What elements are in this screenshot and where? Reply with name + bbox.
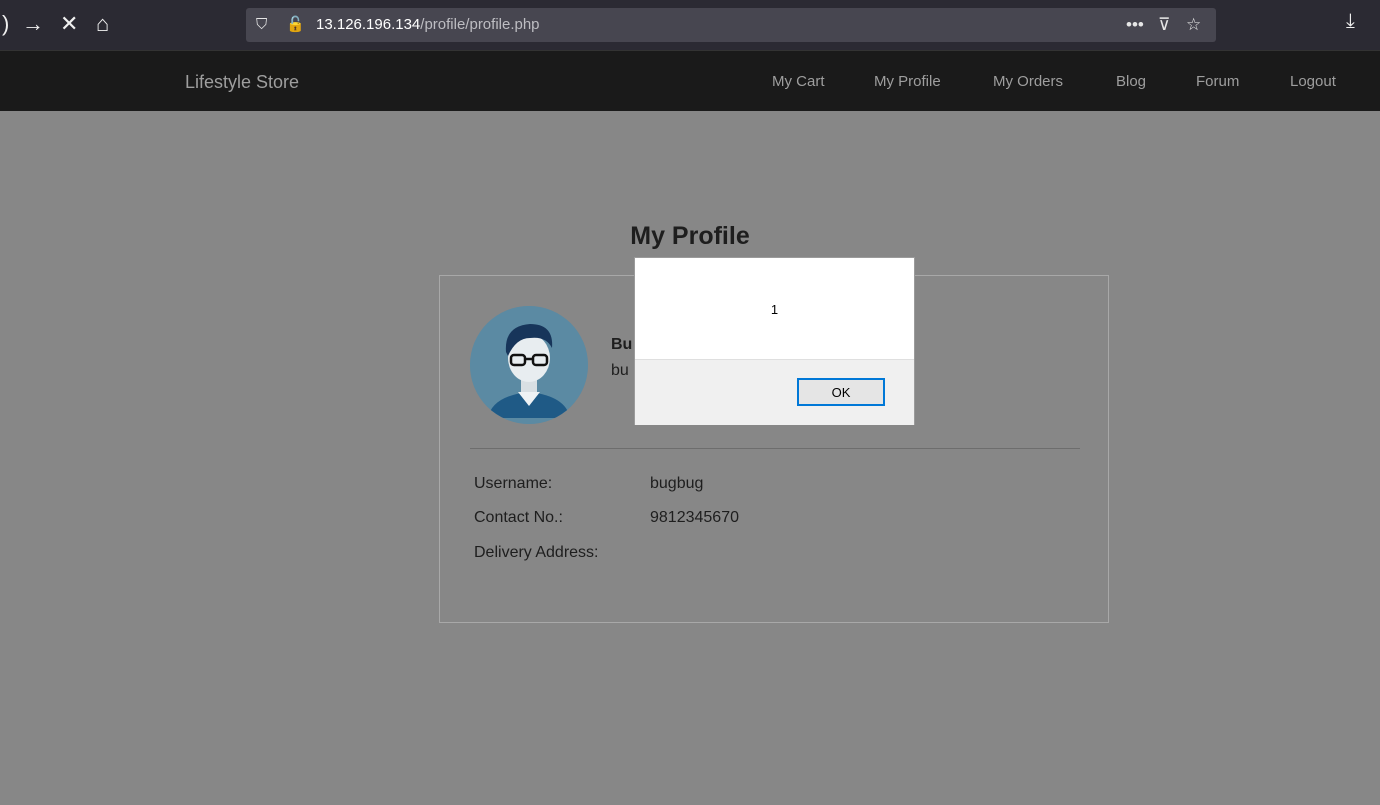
- page-title: My Profile: [630, 222, 750, 250]
- profile-email: bu: [611, 362, 629, 379]
- forward-arrow-icon[interactable]: →: [22, 9, 44, 39]
- bookmark-star-icon[interactable]: ☆: [1186, 14, 1201, 36]
- avatar: [470, 306, 588, 424]
- tracking-shield-icon[interactable]: ⛉: [256, 14, 267, 36]
- page-actions-icon[interactable]: •••: [1126, 14, 1144, 36]
- avatar-illustration: [470, 306, 588, 424]
- nav-logout[interactable]: Logout: [1290, 73, 1336, 90]
- home-icon[interactable]: ⌂: [96, 9, 109, 39]
- url-host: 13.126.196.134: [316, 16, 421, 33]
- contact-value: 9812345670: [650, 509, 739, 526]
- url-text[interactable]: 13.126.196.134/profile/profile.php: [316, 16, 540, 33]
- url-bar[interactable]: ⛉ 🔓 13.126.196.134/profile/profile.php •…: [246, 8, 1216, 42]
- contact-label: Contact No.:: [474, 509, 563, 526]
- delivery-address-label: Delivery Address:: [474, 544, 599, 561]
- ok-button[interactable]: OK: [797, 378, 885, 406]
- alert-message: 1: [770, 302, 779, 317]
- nav-blog[interactable]: Blog: [1116, 73, 1146, 90]
- alert-dialog: 1 OK: [634, 257, 915, 425]
- insecure-lock-icon[interactable]: 🔓: [286, 14, 305, 36]
- profile-name: Bu: [611, 336, 633, 353]
- nav-forum[interactable]: Forum: [1196, 73, 1239, 90]
- nav-my-orders[interactable]: My Orders: [993, 73, 1063, 90]
- username-label: Username:: [474, 475, 553, 492]
- alert-footer: OK: [635, 359, 914, 425]
- stop-loading-icon[interactable]: ✕: [60, 9, 78, 39]
- nav-my-cart[interactable]: My Cart: [772, 73, 825, 90]
- card-divider: [470, 448, 1080, 449]
- nav-my-profile[interactable]: My Profile: [874, 73, 941, 90]
- username-value: bugbug: [650, 475, 704, 492]
- url-path: /profile/profile.php: [420, 16, 540, 33]
- browser-toolbar: ) → ✕ ⌂ ⛉ 🔓 13.126.196.134/profile/profi…: [0, 0, 1380, 50]
- download-icon[interactable]: ⤓: [1346, 10, 1355, 33]
- back-edge-icon[interactable]: ): [2, 9, 9, 39]
- site-navbar: Lifestyle Store My Cart My Profile My Or…: [0, 50, 1380, 111]
- pocket-icon[interactable]: ⊽: [1158, 14, 1170, 36]
- brand-logo[interactable]: Lifestyle Store: [185, 72, 299, 93]
